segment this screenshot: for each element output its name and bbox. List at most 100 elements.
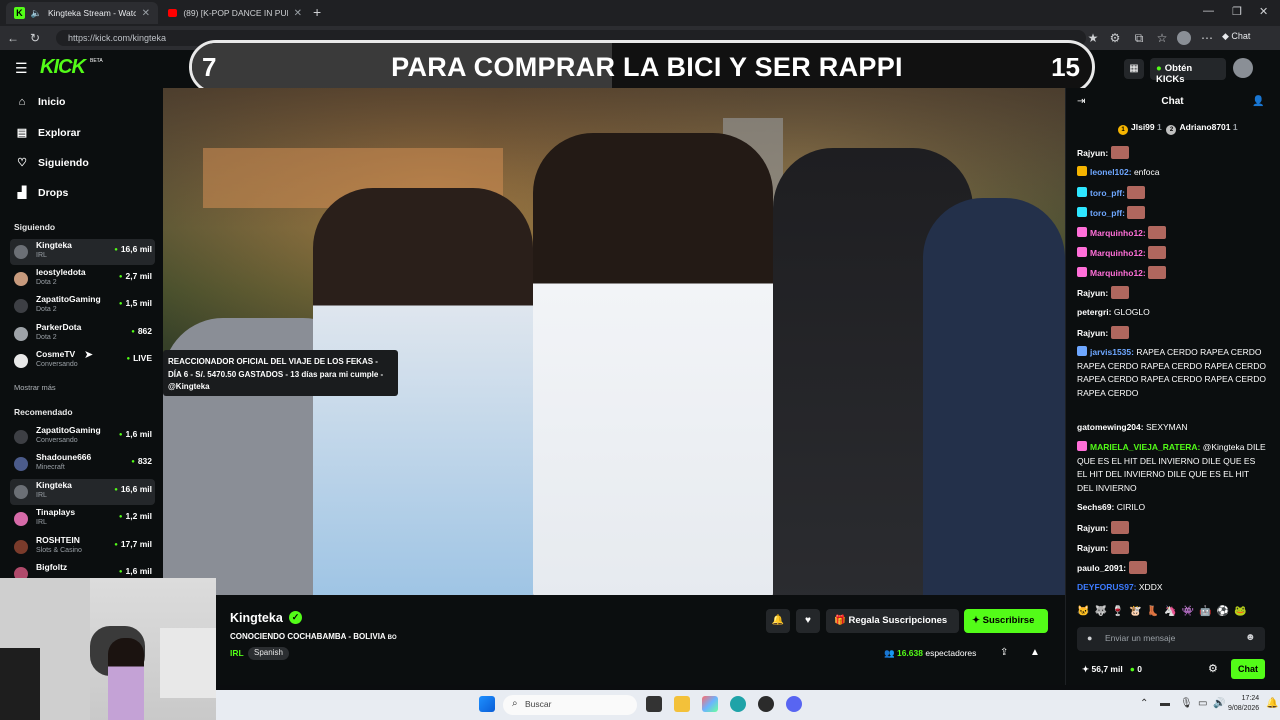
copilot-icon[interactable]	[702, 696, 718, 712]
chat-username[interactable]: Rajyun:	[1077, 543, 1108, 553]
notifications-bell-icon[interactable]: 🔔	[766, 609, 790, 633]
chat-users-icon[interactable]: 👤	[1252, 96, 1264, 107]
emote-icon[interactable]: 🐺	[1094, 606, 1111, 617]
taskbar-search[interactable]: Buscar	[503, 695, 637, 715]
channel-parkerdota[interactable]: ParkerDota Dota 2 862	[10, 321, 155, 347]
channel-shadoune666[interactable]: Shadoune666 Minecraft 832	[10, 451, 155, 477]
bookmark-star-icon[interactable]: ★	[1086, 30, 1100, 46]
chat-username[interactable]: Rajyun:	[1077, 288, 1108, 298]
follow-heart-icon[interactable]: ♥	[796, 609, 820, 633]
streamer-name[interactable]: Kingteka	[230, 611, 283, 625]
get-kicks-button[interactable]: ● Obtén KICKs	[1150, 58, 1226, 85]
menu-dots-icon[interactable]: ⋯	[1200, 30, 1214, 46]
nav-drops[interactable]: ▟ Drops	[16, 186, 69, 200]
emote-icon[interactable]: 🐸	[1234, 606, 1251, 617]
chat-username[interactable]: MARIELA_VIEJA_RATERA:	[1090, 442, 1200, 452]
close-window-icon[interactable]: ✕	[1259, 5, 1268, 18]
puzzle-icon[interactable]: ⧉	[1132, 30, 1146, 46]
new-tab-icon[interactable]: +	[313, 4, 321, 20]
user-avatar[interactable]	[1233, 58, 1253, 78]
emoji-picker-icon[interactable]: ☻	[1245, 632, 1256, 643]
points-count: 0	[1137, 664, 1143, 674]
chat-send-button[interactable]: Chat	[1231, 659, 1265, 679]
reload-icon[interactable]: ↻	[28, 30, 42, 46]
grid-icon[interactable]: ▦	[1124, 59, 1144, 79]
chat-username[interactable]: Marquinho12:	[1090, 228, 1146, 238]
chat-username[interactable]: gatomewing204:	[1077, 422, 1144, 432]
nav-inicio[interactable]: ⌂ Inicio	[16, 96, 66, 108]
favorites-icon[interactable]: ☆	[1155, 30, 1169, 46]
emote-bar[interactable]: 🐱🐺🍷🐮👢🦄👾🤖⚽🐸	[1077, 606, 1252, 617]
chat-username[interactable]: paulo_2091:	[1077, 563, 1126, 573]
show-more-link[interactable]: Mostrar más	[14, 383, 56, 392]
emote-icon[interactable]: 🦄	[1164, 606, 1181, 617]
back-icon[interactable]: ←	[6, 30, 20, 46]
channel-bigfoltz[interactable]: Bigfoltz 1,6 mil	[10, 561, 155, 578]
task-view-icon[interactable]	[646, 696, 662, 712]
profile-avatar[interactable]	[1177, 31, 1191, 45]
extensions-icon[interactable]: ⚙	[1108, 30, 1122, 46]
chat-username[interactable]: toro_pff:	[1090, 188, 1125, 198]
discord-icon[interactable]	[786, 696, 802, 712]
tray-app-icon[interactable]: ▬	[1160, 698, 1170, 709]
windows-start-icon[interactable]	[479, 696, 495, 712]
video-player[interactable]	[163, 88, 1065, 595]
channel-kingteka-rec[interactable]: Kingteka IRL 16,6 mil	[10, 479, 155, 505]
chat-username[interactable]: Rajyun:	[1077, 328, 1108, 338]
channel-roshtein[interactable]: ROSHTEIN Slots & Casino 17,7 mil	[10, 534, 155, 560]
chat-settings-dot-icon[interactable]: ●	[1087, 633, 1092, 643]
emote-icon[interactable]: 👢	[1147, 606, 1164, 617]
chat-username[interactable]: Marquinho12:	[1090, 268, 1146, 278]
channel-zapatitogaming[interactable]: ZapatitoGaming Dota 2 1,5 mil	[10, 293, 155, 319]
gift-subscriptions-button[interactable]: 🎁 Regala Suscripciones	[826, 609, 959, 633]
chat-username[interactable]: Marquinho12:	[1090, 248, 1146, 258]
tray-chevron-icon[interactable]: ⌃	[1140, 698, 1148, 709]
emote-icon[interactable]: 🐱	[1077, 606, 1094, 617]
report-icon[interactable]: ▲	[1030, 647, 1040, 658]
channel-cosmetv[interactable]: CosmeTV Conversando LIVE	[10, 348, 155, 374]
category-link[interactable]: IRL	[230, 648, 244, 658]
volume-icon[interactable]: 🔊	[1213, 698, 1225, 709]
chat-username[interactable]: toro_pff:	[1090, 208, 1125, 218]
banner-right-number: 15	[1051, 52, 1080, 82]
minimize-icon[interactable]: —	[1203, 5, 1214, 17]
chat-username[interactable]: jarvis1535:	[1090, 347, 1134, 357]
nav-explorar[interactable]: ▤ Explorar	[16, 126, 81, 140]
network-icon[interactable]: ▭	[1198, 698, 1207, 709]
close-tab-icon[interactable]: ✕	[142, 8, 150, 19]
channel-leostyledota[interactable]: leostyledota Dota 2 2,7 mil	[10, 266, 155, 292]
edge-icon[interactable]	[730, 696, 746, 712]
channel-tinaplays[interactable]: Tinaplays IRL 1,2 mil	[10, 506, 155, 532]
emote-icon[interactable]: ⚽	[1217, 606, 1234, 617]
channel-zapatitogaming-rec[interactable]: ZapatitoGaming Conversando 1,6 mil	[10, 424, 155, 450]
microphone-icon[interactable]: 🎙	[1180, 698, 1193, 709]
chat-settings-gear-icon[interactable]: ⚙	[1208, 662, 1218, 675]
emote-icon[interactable]: 🐮	[1129, 606, 1146, 617]
taskbar-clock[interactable]: 17:24 9/08/2026	[1228, 694, 1259, 714]
emote-icon[interactable]: 🤖	[1199, 606, 1216, 617]
hamburger-menu-icon[interactable]: ☰	[15, 60, 28, 77]
share-icon[interactable]: ⇪	[1000, 647, 1008, 658]
obs-icon[interactable]	[758, 696, 774, 712]
kick-logo[interactable]: KICK	[40, 56, 86, 79]
chat-username[interactable]: leonel102:	[1090, 167, 1132, 177]
chat-username[interactable]: Rajyun:	[1077, 523, 1108, 533]
file-explorer-icon[interactable]	[674, 696, 690, 712]
tab-kingteka[interactable]: K 🔈 Kingteka Stream - Watch Live ✕	[6, 2, 158, 24]
chat-username[interactable]: Rajyun:	[1077, 148, 1108, 158]
chat-message-input[interactable]: Enviar un mensaje	[1077, 627, 1265, 651]
nav-siguiendo[interactable]: ♡ Siguiendo	[16, 156, 89, 170]
emote-icon[interactable]: 🍷	[1112, 606, 1129, 617]
chat-username[interactable]: Sechs69:	[1077, 502, 1114, 512]
close-tab-icon[interactable]: ✕	[294, 8, 302, 19]
language-tag[interactable]: Spanish	[248, 647, 289, 660]
copilot-chat-button[interactable]: ◆ Chat	[1222, 31, 1250, 42]
maximize-icon[interactable]: ❐	[1232, 5, 1242, 18]
chat-username[interactable]: DEYFORUS97:	[1077, 582, 1137, 592]
notifications-icon[interactable]: 🔔	[1266, 698, 1278, 709]
chat-username[interactable]: petergri:	[1077, 307, 1111, 317]
channel-kingteka[interactable]: Kingteka IRL 16,6 mil	[10, 239, 155, 265]
emote-icon[interactable]: 👾	[1182, 606, 1199, 617]
tab-youtube[interactable]: (89) [K-POP DANCE IN PUBLIC | O ✕	[160, 2, 310, 24]
subscribe-button[interactable]: ✦ Suscribirse	[964, 609, 1048, 633]
